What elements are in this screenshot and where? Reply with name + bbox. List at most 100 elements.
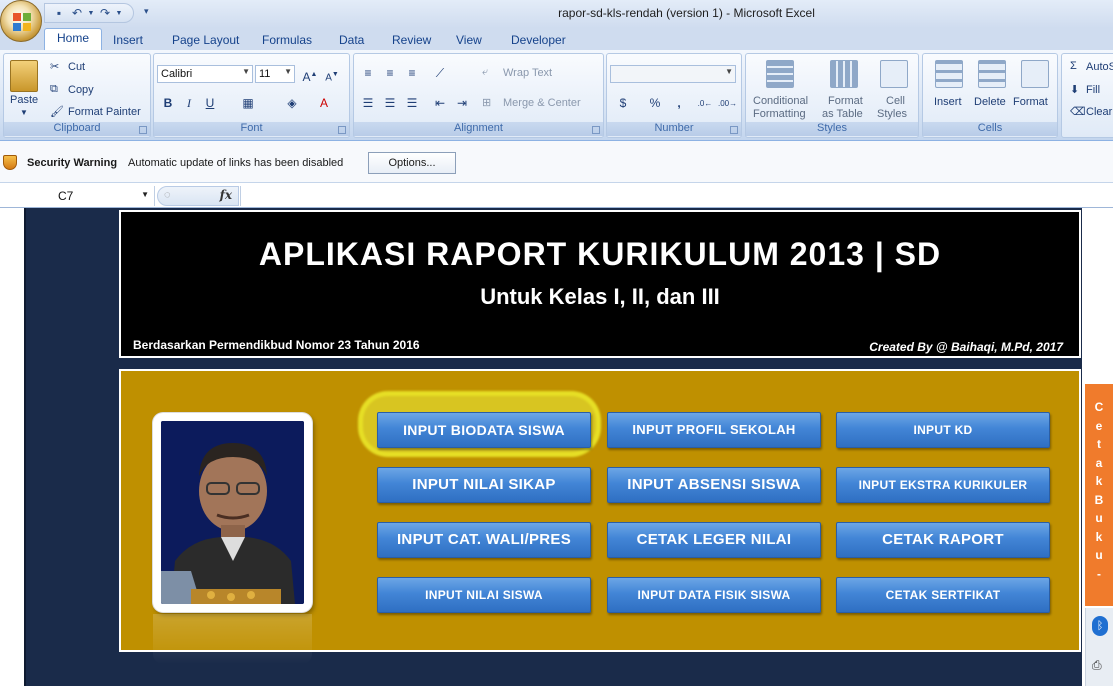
cetak-raport-button[interactable]: CETAK RAPORT: [836, 522, 1050, 558]
autosum-button[interactable]: AutoS: [1086, 61, 1113, 73]
format-as-table-button[interactable]: Format: [828, 95, 863, 107]
insert-cells-icon[interactable]: [935, 60, 963, 88]
merge-center-button[interactable]: Merge & Center: [503, 97, 581, 109]
autosum-icon[interactable]: Σ: [1070, 60, 1077, 72]
photo-reflection: [153, 614, 312, 664]
input-profil-sekolah-button[interactable]: INPUT PROFIL SEKOLAH: [607, 412, 821, 448]
conditional-formatting-label2: Formatting: [753, 108, 806, 120]
copy-button[interactable]: Copy: [68, 84, 94, 96]
shrink-font-icon[interactable]: A▼: [322, 65, 342, 83]
expand-formula-icon[interactable]: ◌: [164, 189, 171, 201]
grow-font-icon[interactable]: A▲: [300, 65, 320, 84]
formula-input[interactable]: [240, 186, 1113, 206]
delete-cells-icon[interactable]: [978, 60, 1006, 88]
number-format-combo[interactable]: ▼: [610, 65, 736, 83]
cut-icon[interactable]: ✂: [50, 60, 59, 73]
office-button[interactable]: [0, 0, 42, 42]
clipboard-launcher-icon[interactable]: [139, 126, 147, 134]
align-left-icon[interactable]: ☰: [358, 94, 378, 112]
fill-color-icon[interactable]: ◈: [282, 94, 302, 112]
input-nilai-siswa-button[interactable]: INPUT NILAI SISWA: [377, 577, 591, 613]
chevron-down-icon[interactable]: ▼: [141, 190, 149, 199]
orientation-icon[interactable]: ⟋: [430, 64, 450, 82]
borders-icon[interactable]: ▦: [238, 94, 258, 112]
tab-page-layout[interactable]: Page Layout: [172, 30, 239, 50]
printer-icon[interactable]: ⎙: [1092, 658, 1108, 672]
cut-button[interactable]: Cut: [68, 61, 85, 73]
format-painter-button[interactable]: Format Painter: [68, 106, 141, 118]
side-tab-letter: k: [1095, 474, 1103, 488]
input-absensi-siswa-button[interactable]: INPUT ABSENSI SISWA: [607, 467, 821, 503]
cetak-sertifikat-button[interactable]: CETAK SERTFIKAT: [836, 577, 1050, 613]
increase-decimal-icon[interactable]: .0←: [695, 94, 715, 112]
tab-data[interactable]: Data: [339, 30, 364, 50]
wrap-text-icon[interactable]: ⤶: [482, 66, 488, 79]
tab-formulas[interactable]: Formulas: [262, 30, 312, 50]
insert-function-button[interactable]: fx: [220, 188, 232, 202]
underline-icon[interactable]: U: [200, 94, 220, 112]
title-bar: ▪ ↶ ▼ ↷ ▼ ▾ rapor-sd-kls-rendah (version…: [0, 0, 1113, 42]
italic-icon[interactable]: I: [179, 94, 199, 112]
name-box[interactable]: C7 ▼: [0, 186, 155, 206]
number-launcher-icon[interactable]: [730, 126, 738, 134]
percent-button[interactable]: %: [645, 94, 665, 112]
tab-insert[interactable]: Insert: [113, 30, 143, 50]
conditional-formatting-icon[interactable]: [766, 60, 794, 88]
align-right-icon[interactable]: ☰: [402, 94, 422, 112]
bluetooth-icon[interactable]: ᛒ: [1092, 616, 1108, 636]
chevron-down-icon: ▼: [725, 67, 733, 76]
format-cells-icon[interactable]: [1021, 60, 1049, 88]
align-top-icon[interactable]: ≡: [358, 64, 378, 82]
cetak-leger-nilai-button[interactable]: CETAK LEGER NILAI: [607, 522, 821, 558]
clear-button[interactable]: Clear: [1086, 106, 1112, 118]
decrease-decimal-icon[interactable]: .00→: [717, 94, 737, 112]
decrease-indent-icon[interactable]: ⇤: [430, 94, 450, 112]
align-middle-icon[interactable]: ≡: [380, 64, 400, 82]
styles-group: Conditional Formatting Format as Table C…: [745, 53, 919, 138]
currency-button[interactable]: $: [613, 94, 633, 112]
increase-indent-icon[interactable]: ⇥: [452, 94, 472, 112]
input-ekstra-kurikuler-button[interactable]: INPUT EKSTRA KURIKULER: [836, 467, 1050, 503]
font-name-combo[interactable]: Calibri ▼: [157, 65, 253, 83]
alignment-launcher-icon[interactable]: [592, 126, 600, 134]
cetak-buku-side-tab[interactable]: C e t a k B u k u -: [1085, 384, 1113, 606]
align-center-icon[interactable]: ☰: [380, 94, 400, 112]
tab-home[interactable]: Home: [44, 28, 103, 50]
alignment-group: ≡ ≡ ≡ ⟋ ⤶ Wrap Text ☰ ☰ ☰ ⇤ ⇥ ⊞ Merge & …: [353, 53, 604, 138]
input-data-fisik-siswa-button[interactable]: INPUT DATA FISIK SISWA: [607, 577, 821, 613]
comma-button[interactable]: ,: [669, 94, 689, 112]
side-tab-letter: u: [1095, 548, 1103, 562]
paste-dropdown-icon[interactable]: ▼: [20, 108, 28, 117]
input-cat-wali-pres-button[interactable]: INPUT CAT. WALI/PRES: [377, 522, 591, 558]
paste-button[interactable]: Paste: [10, 94, 38, 106]
merge-center-icon[interactable]: ⊞: [482, 96, 491, 109]
conditional-formatting-button[interactable]: Conditional: [753, 95, 808, 107]
wrap-text-button[interactable]: Wrap Text: [503, 67, 552, 79]
format-cells-button[interactable]: Format: [1013, 96, 1048, 108]
input-kd-button[interactable]: INPUT KD: [836, 412, 1050, 448]
bold-icon[interactable]: B: [158, 94, 178, 112]
tab-review[interactable]: Review: [392, 30, 431, 50]
cell-styles-icon[interactable]: [880, 60, 908, 88]
tab-developer[interactable]: Developer: [511, 30, 566, 50]
cell-styles-button[interactable]: Cell: [886, 95, 905, 107]
font-color-icon[interactable]: A: [314, 94, 334, 112]
input-nilai-sikap-button[interactable]: INPUT NILAI SIKAP: [377, 467, 591, 503]
clipboard-group-label: Clipboard: [4, 122, 150, 136]
font-launcher-icon[interactable]: [338, 126, 346, 134]
insert-cells-button[interactable]: Insert: [934, 96, 962, 108]
delete-cells-button[interactable]: Delete: [974, 96, 1006, 108]
paste-icon[interactable]: [10, 60, 38, 92]
format-as-table-icon[interactable]: [830, 60, 858, 88]
fill-button[interactable]: Fill: [1086, 84, 1100, 96]
input-biodata-siswa-button[interactable]: INPUT BIODATA SISWA: [377, 412, 591, 448]
fill-icon[interactable]: ⬇: [1070, 83, 1079, 96]
clear-icon[interactable]: ⌫: [1070, 105, 1086, 118]
copy-icon[interactable]: ⧉: [50, 83, 58, 96]
side-tab-letter: t: [1097, 437, 1101, 451]
tab-view[interactable]: View: [456, 30, 482, 50]
options-button[interactable]: Options...: [368, 152, 456, 174]
align-bottom-icon[interactable]: ≡: [402, 64, 422, 82]
format-painter-icon[interactable]: 🖌: [50, 105, 64, 118]
font-size-combo[interactable]: 11 ▼: [255, 65, 295, 83]
